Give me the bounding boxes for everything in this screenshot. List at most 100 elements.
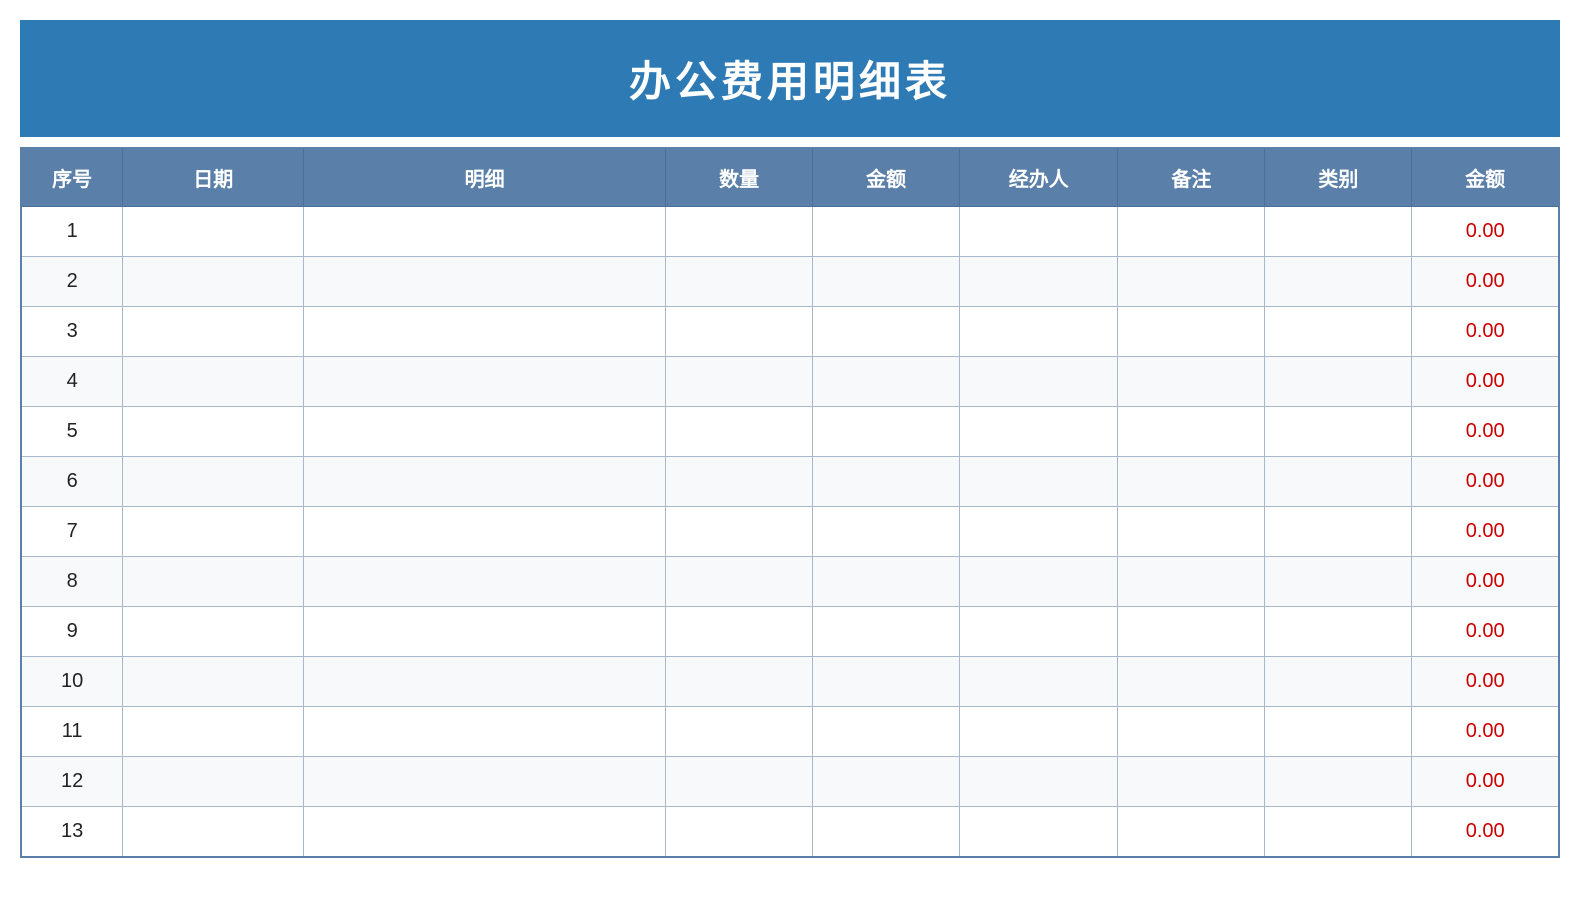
col-seq-cell[interactable]: 9 <box>21 607 123 657</box>
col-note-cell[interactable] <box>1118 707 1265 757</box>
col-handler-cell[interactable] <box>960 707 1118 757</box>
col-amount2-cell[interactable]: 0.00 <box>1412 457 1559 507</box>
col-date-cell[interactable] <box>123 207 304 257</box>
col-handler-cell[interactable] <box>960 207 1118 257</box>
col-amount2-cell[interactable]: 0.00 <box>1412 807 1559 857</box>
col-date-cell[interactable] <box>123 757 304 807</box>
col-detail-cell[interactable] <box>304 457 666 507</box>
col-qty-cell[interactable] <box>666 557 813 607</box>
col-amount1-cell[interactable] <box>813 507 960 557</box>
col-type-cell[interactable] <box>1265 607 1412 657</box>
col-type-cell[interactable] <box>1265 757 1412 807</box>
col-amount2-cell[interactable]: 0.00 <box>1412 557 1559 607</box>
col-qty-cell[interactable] <box>666 307 813 357</box>
col-detail-cell[interactable] <box>304 557 666 607</box>
col-type-cell[interactable] <box>1265 557 1412 607</box>
col-date-cell[interactable] <box>123 307 304 357</box>
col-type-cell[interactable] <box>1265 657 1412 707</box>
col-note-cell[interactable] <box>1118 407 1265 457</box>
col-qty-cell[interactable] <box>666 357 813 407</box>
col-amount1-cell[interactable] <box>813 457 960 507</box>
col-note-cell[interactable] <box>1118 357 1265 407</box>
col-amount1-cell[interactable] <box>813 207 960 257</box>
col-detail-cell[interactable] <box>304 757 666 807</box>
col-amount1-cell[interactable] <box>813 757 960 807</box>
col-amount1-cell[interactable] <box>813 257 960 307</box>
col-type-cell[interactable] <box>1265 357 1412 407</box>
col-detail-cell[interactable] <box>304 707 666 757</box>
col-seq-cell[interactable]: 1 <box>21 207 123 257</box>
col-detail-cell[interactable] <box>304 407 666 457</box>
col-qty-cell[interactable] <box>666 757 813 807</box>
col-handler-cell[interactable] <box>960 357 1118 407</box>
col-handler-cell[interactable] <box>960 307 1118 357</box>
col-amount2-cell[interactable]: 0.00 <box>1412 507 1559 557</box>
col-note-cell[interactable] <box>1118 757 1265 807</box>
col-seq-cell[interactable]: 10 <box>21 657 123 707</box>
col-note-cell[interactable] <box>1118 457 1265 507</box>
col-amount1-cell[interactable] <box>813 307 960 357</box>
col-handler-cell[interactable] <box>960 657 1118 707</box>
col-handler-cell[interactable] <box>960 807 1118 857</box>
col-amount2-cell[interactable]: 0.00 <box>1412 307 1559 357</box>
col-qty-cell[interactable] <box>666 807 813 857</box>
col-handler-cell[interactable] <box>960 757 1118 807</box>
col-qty-cell[interactable] <box>666 257 813 307</box>
col-qty-cell[interactable] <box>666 657 813 707</box>
col-type-cell[interactable] <box>1265 707 1412 757</box>
col-handler-cell[interactable] <box>960 457 1118 507</box>
col-type-cell[interactable] <box>1265 257 1412 307</box>
col-detail-cell[interactable] <box>304 357 666 407</box>
col-seq-cell[interactable]: 11 <box>21 707 123 757</box>
col-type-cell[interactable] <box>1265 207 1412 257</box>
col-qty-cell[interactable] <box>666 507 813 557</box>
col-amount1-cell[interactable] <box>813 707 960 757</box>
col-type-cell[interactable] <box>1265 307 1412 357</box>
col-amount2-cell[interactable]: 0.00 <box>1412 607 1559 657</box>
col-handler-cell[interactable] <box>960 407 1118 457</box>
col-handler-cell[interactable] <box>960 557 1118 607</box>
col-date-cell[interactable] <box>123 507 304 557</box>
col-amount1-cell[interactable] <box>813 657 960 707</box>
col-date-cell[interactable] <box>123 557 304 607</box>
col-note-cell[interactable] <box>1118 557 1265 607</box>
col-note-cell[interactable] <box>1118 807 1265 857</box>
col-qty-cell[interactable] <box>666 407 813 457</box>
col-date-cell[interactable] <box>123 457 304 507</box>
col-seq-cell[interactable]: 6 <box>21 457 123 507</box>
col-qty-cell[interactable] <box>666 207 813 257</box>
col-amount2-cell[interactable]: 0.00 <box>1412 657 1559 707</box>
col-seq-cell[interactable]: 5 <box>21 407 123 457</box>
col-handler-cell[interactable] <box>960 607 1118 657</box>
col-date-cell[interactable] <box>123 657 304 707</box>
col-date-cell[interactable] <box>123 707 304 757</box>
col-note-cell[interactable] <box>1118 257 1265 307</box>
col-amount1-cell[interactable] <box>813 357 960 407</box>
col-amount2-cell[interactable]: 0.00 <box>1412 357 1559 407</box>
col-note-cell[interactable] <box>1118 657 1265 707</box>
col-amount1-cell[interactable] <box>813 557 960 607</box>
col-seq-cell[interactable]: 4 <box>21 357 123 407</box>
col-seq-cell[interactable]: 12 <box>21 757 123 807</box>
col-note-cell[interactable] <box>1118 507 1265 557</box>
col-type-cell[interactable] <box>1265 507 1412 557</box>
col-type-cell[interactable] <box>1265 457 1412 507</box>
col-type-cell[interactable] <box>1265 807 1412 857</box>
col-note-cell[interactable] <box>1118 607 1265 657</box>
col-date-cell[interactable] <box>123 357 304 407</box>
col-amount1-cell[interactable] <box>813 407 960 457</box>
col-handler-cell[interactable] <box>960 257 1118 307</box>
col-note-cell[interactable] <box>1118 207 1265 257</box>
col-note-cell[interactable] <box>1118 307 1265 357</box>
col-amount2-cell[interactable]: 0.00 <box>1412 707 1559 757</box>
col-amount2-cell[interactable]: 0.00 <box>1412 257 1559 307</box>
col-seq-cell[interactable]: 2 <box>21 257 123 307</box>
col-date-cell[interactable] <box>123 257 304 307</box>
col-detail-cell[interactable] <box>304 207 666 257</box>
col-detail-cell[interactable] <box>304 607 666 657</box>
col-amount1-cell[interactable] <box>813 607 960 657</box>
col-handler-cell[interactable] <box>960 507 1118 557</box>
col-detail-cell[interactable] <box>304 657 666 707</box>
col-seq-cell[interactable]: 3 <box>21 307 123 357</box>
col-detail-cell[interactable] <box>304 807 666 857</box>
